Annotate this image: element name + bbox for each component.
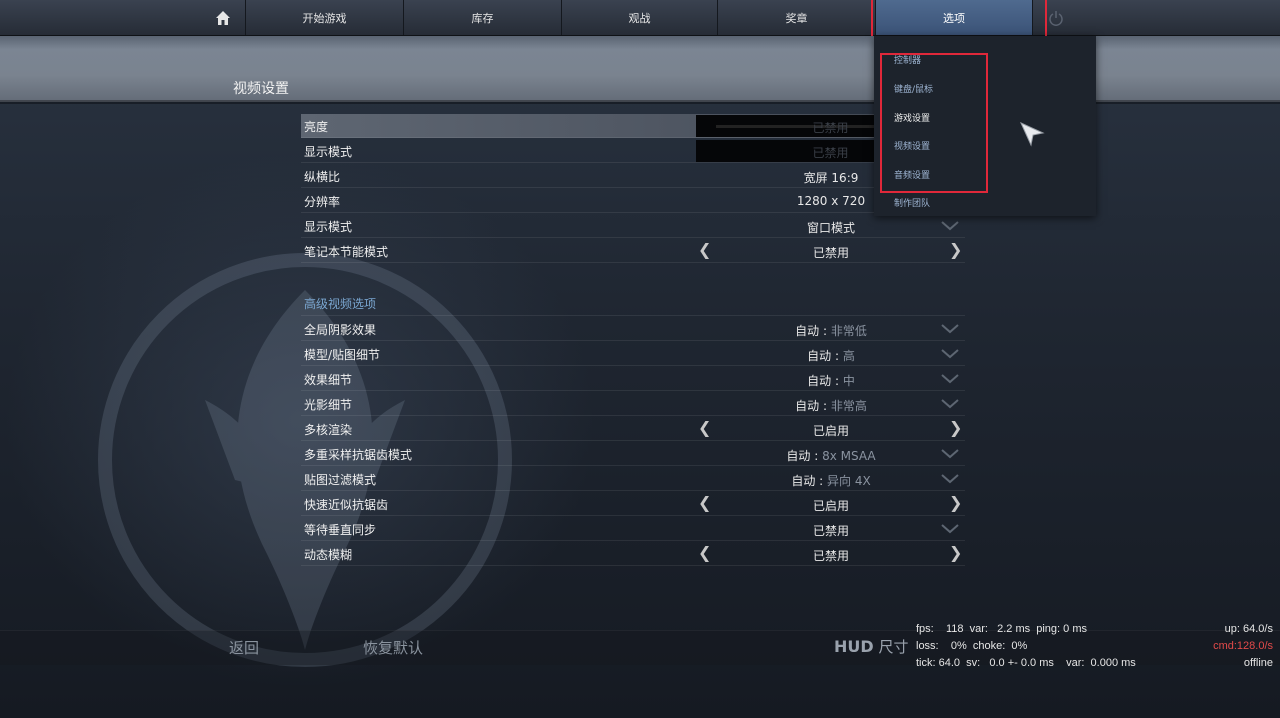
setting-value: 自动 : 高 xyxy=(807,349,855,363)
setting-label: 效果细节 xyxy=(304,373,353,387)
setting-row-model-detail[interactable]: 模型/贴图细节 自动 : 高 xyxy=(301,342,965,366)
setting-row-multicore[interactable]: 多核渲染 ❮ 已启用 ❯ xyxy=(301,417,965,441)
setting-row-shader-detail[interactable]: 光影细节 自动 : 非常高 xyxy=(301,392,965,416)
back-button[interactable]: 返回 xyxy=(229,637,259,658)
setting-label: 显示模式 xyxy=(304,145,353,159)
chevron-down-icon[interactable] xyxy=(941,324,959,334)
net-graph-rates: up: 64.0/s cmd:128.0/s offline xyxy=(1213,621,1273,672)
chevron-down-icon[interactable] xyxy=(941,374,959,384)
setting-value: 已禁用 xyxy=(812,549,849,563)
setting-label: 多重采样抗锯齿模式 xyxy=(304,448,413,462)
mouse-cursor-icon xyxy=(1019,121,1045,147)
setting-label: 等待垂直同步 xyxy=(304,523,377,537)
setting-value: 自动 : 异向 4X xyxy=(791,474,871,488)
setting-row-display-mode-2[interactable]: 显示模式 窗口模式 xyxy=(301,214,965,238)
setting-row-motion-blur[interactable]: 动态模糊 ❮ 已禁用 ❯ xyxy=(301,542,965,566)
setting-value: 已禁用 xyxy=(812,246,849,260)
setting-row-texture-filter[interactable]: 贴图过滤模式 自动 : 异向 4X xyxy=(301,467,965,491)
arrow-right-icon[interactable]: ❯ xyxy=(949,493,962,512)
netgraph-line-loss: loss: 0% choke: 0% xyxy=(916,640,1028,652)
setting-row-display-mode-1[interactable]: 显示模式 已禁用 xyxy=(301,139,965,163)
power-icon xyxy=(1049,10,1063,26)
net-graph: fps: 118 var: 2.2 ms ping: 0 ms loss: 0%… xyxy=(916,621,1136,672)
setting-label: 显示模式 xyxy=(304,220,353,234)
setting-value: 自动 : 中 xyxy=(807,374,855,388)
setting-label: 分辨率 xyxy=(304,195,341,209)
home-icon xyxy=(215,10,230,25)
chevron-down-icon[interactable] xyxy=(941,474,959,484)
menu-item-credits[interactable]: 制作团队 xyxy=(894,197,930,211)
setting-label: 纵横比 xyxy=(304,170,341,184)
setting-label: 贴图过滤模式 xyxy=(304,473,377,487)
netgraph-cmd: cmd:128.0/s xyxy=(1213,640,1273,652)
netgraph-line-tick: tick: 64.0 sv: 0.0 +- 0.0 ms var: 0.000 … xyxy=(916,657,1136,669)
highlight-box-menu xyxy=(880,53,988,193)
chevron-down-icon[interactable] xyxy=(941,524,959,534)
nav-awards-button[interactable]: 奖章 xyxy=(718,0,876,35)
nav-watch-button[interactable]: 观战 xyxy=(562,0,718,35)
setting-label: 动态模糊 xyxy=(304,548,353,562)
setting-value: 自动 : 非常低 xyxy=(795,324,867,338)
nav-home-button[interactable] xyxy=(200,0,246,35)
arrow-right-icon[interactable]: ❯ xyxy=(949,418,962,437)
setting-row-fxaa[interactable]: 快速近似抗锯齿 ❮ 已启用 ❯ xyxy=(301,492,965,516)
setting-label: 笔记本节能模式 xyxy=(304,245,389,259)
setting-value: 已启用 xyxy=(812,424,849,438)
setting-value: 已启用 xyxy=(812,499,849,513)
setting-row-msaa[interactable]: 多重采样抗锯齿模式 自动 : 8x MSAA xyxy=(301,442,965,466)
setting-label: 光影细节 xyxy=(304,398,353,412)
nav-inventory-button[interactable]: 库存 xyxy=(404,0,562,35)
page-title: 视频设置 xyxy=(233,81,289,97)
setting-row-resolution[interactable]: 分辨率 1280 x 720 xyxy=(301,189,965,213)
setting-label: 全局阴影效果 xyxy=(304,323,377,337)
setting-value: 已禁用 xyxy=(812,524,849,538)
arrow-right-icon[interactable]: ❯ xyxy=(949,240,962,259)
setting-row-brightness[interactable]: 亮度 已禁用 xyxy=(301,114,965,138)
section-divider xyxy=(301,292,965,316)
chevron-down-icon[interactable] xyxy=(941,399,959,409)
setting-row-laptop-power[interactable]: 笔记本节能模式 ❮ 已禁用 ❯ xyxy=(301,239,965,263)
setting-row-shadow[interactable]: 全局阴影效果 自动 : 非常低 xyxy=(301,317,965,341)
hud-size-button[interactable]: HUD 尺寸 xyxy=(834,636,908,657)
setting-label: 亮度 xyxy=(304,120,329,134)
setting-value: 自动 : 非常高 xyxy=(795,399,867,413)
setting-value: 窗口模式 xyxy=(806,221,855,235)
setting-label: 多核渲染 xyxy=(304,423,353,437)
netgraph-line-fps: fps: 118 var: 2.2 ms ping: 0 ms xyxy=(916,623,1087,635)
setting-value: 自动 : 8x MSAA xyxy=(786,449,876,463)
top-nav: 开始游戏 库存 观战 奖章 选项 xyxy=(0,0,1280,36)
setting-label: 模型/贴图细节 xyxy=(304,348,381,362)
chevron-down-icon[interactable] xyxy=(941,349,959,359)
setting-row-effect-detail[interactable]: 效果细节 自动 : 中 xyxy=(301,367,965,391)
setting-row-aspect-ratio[interactable]: 纵横比 宽屏 16:9 xyxy=(301,164,965,188)
netgraph-up: up: 64.0/s xyxy=(1224,623,1273,635)
chevron-down-icon[interactable] xyxy=(941,449,959,459)
chevron-down-icon[interactable] xyxy=(941,221,959,231)
nav-play-button[interactable]: 开始游戏 xyxy=(246,0,404,35)
arrow-right-icon[interactable]: ❯ xyxy=(949,543,962,562)
reset-defaults-button[interactable]: 恢复默认 xyxy=(363,637,423,658)
netgraph-status: offline xyxy=(1243,657,1273,669)
setting-row-vsync[interactable]: 等待垂直同步 已禁用 xyxy=(301,517,965,541)
setting-label: 快速近似抗锯齿 xyxy=(304,498,389,512)
